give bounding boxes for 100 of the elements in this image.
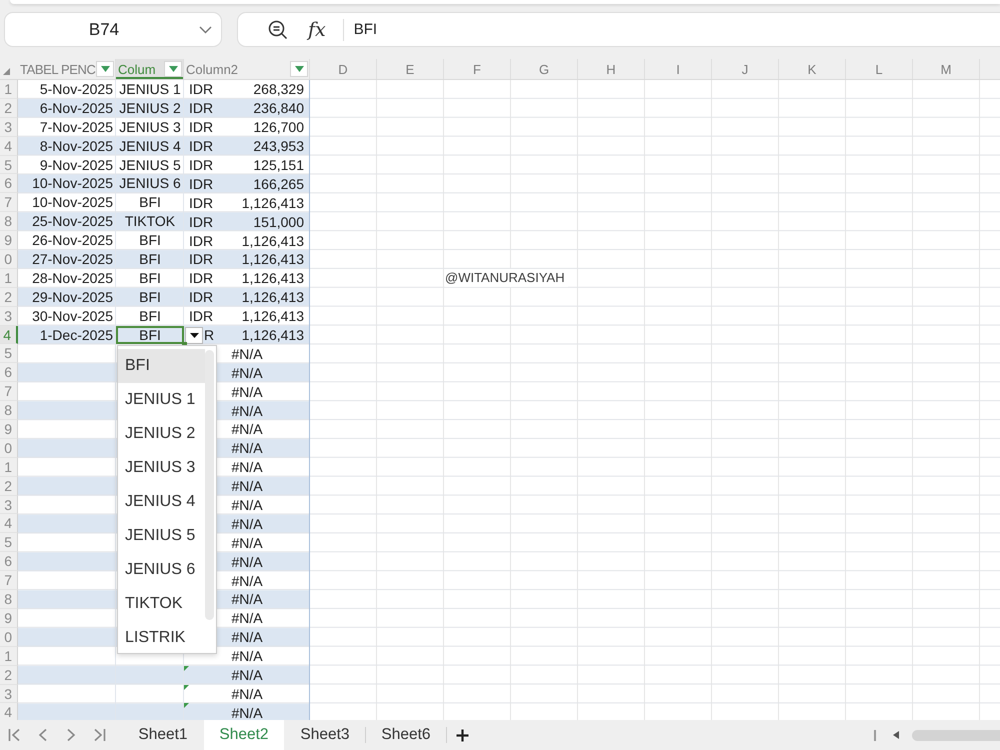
table-cell[interactable]: JENIUS 4	[116, 136, 184, 156]
dropdown-item[interactable]: JENIUS 5	[118, 519, 205, 554]
split-handle[interactable]	[874, 730, 876, 740]
caret-down-icon	[100, 66, 110, 72]
table-cell[interactable]: BFI	[116, 193, 184, 212]
row-header[interactable]: 7	[0, 571, 18, 590]
corner-triangle-icon[interactable]	[3, 68, 10, 75]
table-cell[interactable]: BFI	[116, 231, 184, 250]
error-indicator-icon[interactable]	[184, 666, 189, 671]
currency-code: IDR	[188, 288, 214, 306]
dropdown-button[interactable]	[185, 326, 203, 344]
cell-text: @WITANURASIYAH	[445, 268, 568, 287]
table-cell[interactable]: JENIUS 3	[116, 118, 184, 137]
table-cell[interactable]: JENIUS 6	[116, 174, 184, 194]
dropdown-item[interactable]: LISTRIK	[118, 621, 205, 656]
row-header[interactable]: 2	[0, 666, 18, 684]
sheet-tab[interactable]: Sheet1	[123, 720, 203, 750]
chevron-right-icon[interactable]	[66, 728, 76, 742]
table-cell[interactable]: BFI	[116, 268, 184, 288]
row-header[interactable]: 2	[0, 476, 18, 496]
table-cell-text: 30-Nov-2025	[31, 306, 114, 326]
amount-value: 1,126,413	[242, 307, 305, 326]
name-box[interactable]: B74	[4, 12, 222, 47]
row-header[interactable]: 6	[0, 174, 18, 194]
table-cell-text: 10-Nov-2025	[31, 193, 114, 212]
row-header[interactable]: 5	[0, 533, 18, 552]
error-indicator-icon[interactable]	[184, 684, 189, 690]
row-header[interactable]: 8	[0, 590, 18, 609]
row-header[interactable]: 4	[0, 514, 18, 534]
row-header[interactable]: 4	[0, 703, 18, 720]
table-cell[interactable]: BFI	[116, 288, 184, 307]
row-header[interactable]: 8	[0, 401, 18, 420]
table-cell[interactable]: TIKTOK	[116, 212, 184, 232]
dropdown-item[interactable]: BFI	[118, 349, 205, 384]
row-header[interactable]: 1	[0, 458, 18, 477]
row-header[interactable]: 3	[0, 306, 18, 326]
amount-value: 126,700	[253, 118, 305, 136]
formula-input[interactable]: BFI	[354, 21, 378, 38]
row-header[interactable]: 7	[0, 382, 18, 402]
row-header[interactable]: 9	[0, 231, 18, 250]
table-cell[interactable]: BFI	[116, 326, 184, 344]
row-header[interactable]: 1	[0, 80, 18, 99]
column-header[interactable]: Colum	[116, 59, 184, 79]
currency-code: IDR	[188, 80, 214, 98]
dropdown-item[interactable]: JENIUS 4	[118, 485, 205, 520]
zoom-out-icon[interactable]	[268, 20, 288, 40]
skip-end-icon[interactable]	[94, 728, 106, 742]
sheet-tab[interactable]: Sheet2	[204, 720, 284, 750]
row-header[interactable]: 6	[0, 552, 18, 572]
dropdown-item[interactable]: TIKTOK	[118, 587, 205, 622]
row-header[interactable]: 0	[0, 438, 18, 458]
row-header[interactable]: 5	[0, 156, 18, 174]
error-value: #N/A	[231, 590, 263, 608]
chevron-left-icon[interactable]	[38, 728, 48, 742]
row-header[interactable]: 3	[0, 496, 18, 514]
row-header[interactable]: 1	[0, 646, 18, 666]
sheet-tab[interactable]: Sheet6	[366, 720, 446, 750]
table-cell-text: 27-Nov-2025	[31, 250, 114, 269]
row-header[interactable]: 9	[0, 608, 18, 628]
error-value: #N/A	[231, 552, 263, 571]
chevron-down-icon[interactable]	[199, 26, 212, 34]
row-header[interactable]: 3	[0, 118, 18, 137]
plus-icon[interactable]	[456, 728, 469, 742]
row-header[interactable]: 6	[0, 363, 18, 382]
row-header[interactable]: 0	[0, 628, 18, 647]
filter-button[interactable]	[164, 61, 182, 77]
vertical-scrollbar[interactable]	[205, 350, 214, 620]
row-header[interactable]: 9	[0, 420, 18, 439]
scroll-left-icon[interactable]	[893, 731, 899, 739]
currency-code: IDR	[188, 269, 214, 288]
function-button[interactable]: fx	[308, 18, 326, 40]
row-header[interactable]: 5	[0, 344, 18, 364]
row-header[interactable]: 0	[0, 250, 18, 269]
skip-start-icon[interactable]	[8, 728, 20, 742]
horizontal-scrollbar[interactable]	[912, 730, 1000, 740]
filter-button[interactable]	[290, 61, 308, 77]
error-indicator-icon[interactable]	[184, 703, 189, 708]
row-header[interactable]: 3	[0, 684, 18, 704]
table-cell[interactable]: JENIUS 1	[116, 80, 184, 99]
row-header[interactable]: 2	[0, 288, 18, 307]
error-value: #N/A	[231, 364, 263, 382]
error-value: #N/A	[231, 458, 263, 476]
row-header[interactable]: 4	[0, 326, 18, 344]
table-cell[interactable]: JENIUS 2	[116, 98, 184, 118]
row-header[interactable]: 1	[0, 268, 18, 288]
row-header[interactable]: 7	[0, 193, 18, 212]
dropdown-item[interactable]: JENIUS 1	[118, 383, 205, 418]
table-cell[interactable]: BFI	[116, 250, 184, 269]
filter-button[interactable]	[96, 61, 114, 77]
row-header[interactable]: 4	[0, 136, 18, 156]
sheet-tab[interactable]: Sheet3	[285, 720, 365, 750]
dropdown-item[interactable]: JENIUS 6	[118, 553, 205, 588]
table-cell[interactable]: JENIUS 5	[116, 156, 184, 174]
currency-code: IDR	[188, 99, 214, 118]
dropdown-item[interactable]: JENIUS 2	[118, 417, 205, 452]
dropdown-item[interactable]: JENIUS 3	[118, 451, 205, 486]
table-cell[interactable]: BFI	[116, 306, 184, 326]
table-cell-text: 25-Nov-2025	[31, 212, 114, 232]
row-header[interactable]: 8	[0, 212, 18, 232]
row-header[interactable]: 2	[0, 98, 18, 118]
